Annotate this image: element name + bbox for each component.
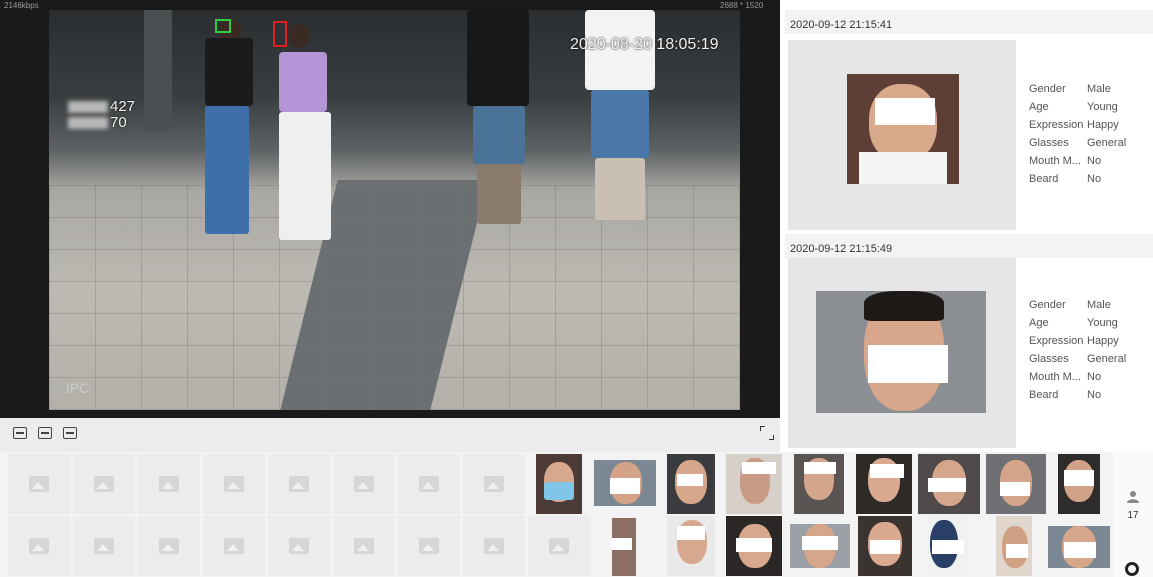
attr-row: Gender Male (1029, 83, 1111, 95)
image-placeholder-icon (224, 476, 244, 492)
thumbnail-placeholder[interactable] (333, 454, 395, 514)
bitrate-label: 2146kbps (4, 1, 39, 10)
face-thumbnail[interactable] (612, 518, 636, 576)
thumbnail-placeholder[interactable] (138, 516, 200, 576)
video-frame (49, 10, 740, 410)
card-timestamp: 2020-09-12 21:15:49 (785, 234, 1153, 258)
thumbnail-placeholder[interactable] (73, 516, 135, 576)
thumbnail-placeholder[interactable] (8, 454, 70, 514)
face-snapshot[interactable] (788, 258, 1016, 448)
face-thumbnail[interactable] (726, 454, 782, 514)
thumbnail-placeholder[interactable] (398, 516, 460, 576)
fullscreen-icon[interactable] (760, 426, 774, 440)
people-count: 17 (1127, 510, 1139, 521)
thumbnail-placeholder[interactable] (463, 516, 525, 576)
face-snapshot[interactable] (788, 40, 1016, 230)
face-thumbnail[interactable] (790, 524, 850, 568)
thumbnail-placeholder[interactable] (528, 516, 590, 576)
attr-row: Gender Male (1029, 299, 1111, 311)
scene-pillar (144, 10, 172, 130)
privacy-mask (875, 98, 935, 125)
video-toolbar (0, 418, 780, 452)
thumbnail-placeholder[interactable] (463, 454, 525, 514)
face-thumbnail[interactable] (536, 454, 582, 514)
thumbnail-placeholder[interactable] (268, 516, 330, 576)
face-thumbnail[interactable] (918, 454, 980, 514)
face-tracking-box (273, 21, 287, 47)
attr-row: Age Young (1029, 317, 1118, 329)
face-thumbnail[interactable] (794, 454, 844, 514)
face-thumbnail[interactable] (986, 454, 1046, 514)
attribute-list: Gender Male Age Young Expression Happy Glas… (1029, 80, 1126, 188)
osd-counter-bottom: 70 (68, 114, 127, 131)
thumbnail-placeholder[interactable] (203, 516, 265, 576)
attr-row: Expression Happy (1029, 119, 1119, 131)
face-thumbnail[interactable] (726, 516, 782, 576)
attr-row: Expression Happy (1029, 335, 1119, 347)
image-placeholder-icon (29, 476, 49, 492)
gear-icon[interactable] (1125, 562, 1139, 576)
attr-row: Glasses General (1029, 137, 1127, 149)
thumbnail-placeholder[interactable] (8, 516, 70, 576)
image-placeholder-icon (224, 538, 244, 554)
image-placeholder-icon (94, 476, 114, 492)
attribute-panel: 2020-09-12 21:15:41 Gender Male Age Young … (785, 10, 1153, 452)
osd-timestamp: 2020-08-20 18:05:19 (570, 36, 719, 53)
pip-mode-icon[interactable] (38, 427, 52, 439)
blurred-label (68, 101, 108, 114)
image-placeholder-icon (159, 476, 179, 492)
person-icon (1127, 491, 1139, 503)
image-placeholder-icon (289, 538, 309, 554)
face-thumbnail[interactable] (1048, 526, 1110, 568)
face-photo (847, 74, 959, 184)
image-placeholder-icon (549, 538, 569, 554)
thumbnail-placeholder[interactable] (268, 454, 330, 514)
thumbnail-placeholder[interactable] (203, 454, 265, 514)
face-photo (816, 291, 986, 413)
attr-row: Mouth M... No (1029, 155, 1102, 167)
face-analysis-page: 2146kbps 2688 * 1520 2020-08-20 18:05:19… (0, 0, 1153, 577)
image-placeholder-icon (419, 538, 439, 554)
attr-row: Beard No (1029, 389, 1102, 401)
image-placeholder-icon (354, 538, 374, 554)
attr-row: Glasses General (1029, 353, 1127, 365)
attr-row: Age Young (1029, 101, 1118, 113)
thumbnail-placeholder[interactable] (333, 516, 395, 576)
privacy-mask (868, 345, 948, 383)
attr-row: Mouth M... No (1029, 371, 1102, 383)
osd-counter-top: 427 (68, 98, 135, 115)
snapshot-strip: 17 (0, 452, 1153, 577)
live-video-view[interactable]: 2146kbps 2688 * 1520 2020-08-20 18:05:19… (0, 0, 780, 418)
image-placeholder-icon (29, 538, 49, 554)
face-thumbnail[interactable] (594, 460, 656, 506)
image-placeholder-icon (159, 538, 179, 554)
face-thumbnail[interactable] (856, 454, 912, 514)
original-scale-icon[interactable] (13, 427, 27, 439)
face-thumbnail[interactable] (1058, 454, 1100, 514)
osd-channel-label: IPC (66, 380, 90, 396)
face-thumbnail[interactable] (667, 454, 715, 514)
image-placeholder-icon (484, 538, 504, 554)
thumbnail-placeholder[interactable] (73, 454, 135, 514)
face-thumbnail[interactable] (858, 516, 912, 576)
card-timestamp: 2020-09-12 21:15:41 (785, 10, 1153, 34)
attr-row: Beard No (1029, 173, 1102, 185)
resolution-label: 2688 * 1520 (720, 1, 764, 10)
thumbnail-placeholder[interactable] (138, 454, 200, 514)
image-placeholder-icon (419, 476, 439, 492)
face-thumbnail[interactable] (667, 516, 715, 576)
blurred-label (68, 117, 108, 130)
face-thumbnail[interactable] (928, 516, 968, 576)
fit-window-icon[interactable] (63, 427, 77, 439)
thumbnail-placeholder[interactable] (398, 454, 460, 514)
attribute-list: Gender Male Age Young Expression Happy Glas… (1029, 296, 1126, 404)
image-placeholder-icon (94, 538, 114, 554)
face-tracking-box (215, 19, 231, 33)
face-thumbnail[interactable] (996, 516, 1032, 576)
image-placeholder-icon (289, 476, 309, 492)
image-placeholder-icon (354, 476, 374, 492)
image-placeholder-icon (484, 476, 504, 492)
people-count-panel: 17 (1113, 452, 1153, 577)
